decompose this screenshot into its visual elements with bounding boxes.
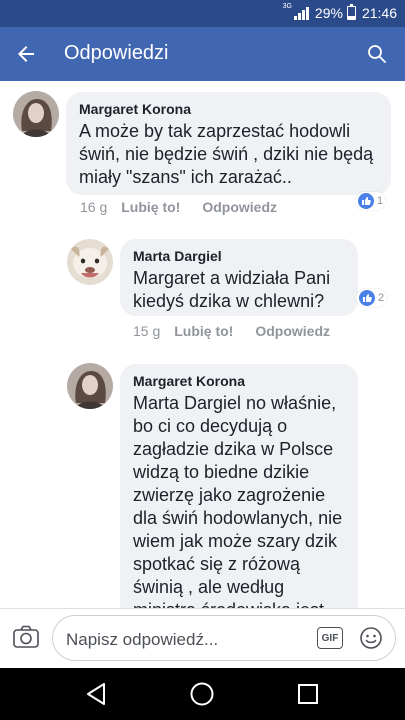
- reply-button[interactable]: Odpowiedz: [255, 323, 330, 339]
- thumbs-up-icon: [359, 290, 375, 306]
- system-nav-bar: [0, 668, 405, 720]
- reply-input[interactable]: Napisz odpowiedź... GIF: [52, 615, 396, 661]
- gif-button[interactable]: GIF: [317, 627, 343, 649]
- emoji-icon[interactable]: [359, 626, 383, 650]
- comment-author[interactable]: Margaret Korona: [133, 373, 346, 389]
- nav-back-icon[interactable]: [85, 682, 107, 706]
- thumbs-up-icon: [358, 193, 374, 209]
- comment-author[interactable]: Marta Dargiel: [133, 248, 346, 264]
- like-button[interactable]: Lubię to!: [121, 199, 180, 215]
- like-button[interactable]: Lubię to!: [174, 323, 233, 339]
- comment-time: 15 g: [133, 323, 161, 339]
- reply-composer: Napisz odpowiedź... GIF: [0, 608, 405, 668]
- comment-time: 16 g: [80, 199, 108, 215]
- reaction-count: 2: [378, 292, 385, 304]
- comment: Margaret Korona Marta Dargiel no właśnie…: [0, 362, 405, 608]
- comment-text: Marta Dargiel no właśnie, bo ci co decyd…: [133, 393, 343, 608]
- network-type: 3G: [282, 2, 292, 10]
- nav-recents-icon[interactable]: [297, 683, 319, 705]
- page-title: Odpowiedzi: [64, 42, 169, 64]
- comment-actions: 16 g Lubię to! Odpowiedz: [80, 199, 277, 215]
- status-bar: 3G 29% 21:46: [0, 0, 405, 27]
- reply-placeholder: Napisz odpowiedź...: [66, 630, 219, 649]
- battery-percent: 29%: [314, 5, 343, 21]
- comment-actions: 15 g Lubię to! Odpowiedz: [133, 323, 330, 339]
- avatar[interactable]: [13, 91, 59, 137]
- back-arrow-icon[interactable]: [14, 42, 38, 66]
- avatar[interactable]: [67, 239, 113, 285]
- battery-icon: [346, 4, 356, 20]
- reply-button[interactable]: Odpowiedz: [202, 199, 277, 215]
- comment-bubble: Marta Dargiel Margaret a widziała Pani k…: [120, 239, 358, 316]
- clock: 21:46: [361, 5, 397, 21]
- comment-text: A może by tak zaprzestać hodowli świń, n…: [79, 121, 374, 187]
- reaction-badge[interactable]: 2: [356, 289, 388, 307]
- comment-bubble: Margaret Korona A może by tak zaprzestać…: [66, 92, 391, 195]
- camera-icon[interactable]: [12, 624, 40, 650]
- search-icon[interactable]: [365, 42, 389, 66]
- status-indicators: 3G 29% 21:46: [282, 2, 397, 22]
- comment: Margaret Korona A może by tak zaprzestać…: [0, 81, 405, 221]
- avatar[interactable]: [67, 363, 113, 409]
- comment-bubble: Margaret Korona Marta Dargiel no właśnie…: [120, 364, 358, 608]
- comment: Marta Dargiel Margaret a widziała Pani k…: [0, 230, 405, 350]
- app-bar: Odpowiedzi: [0, 27, 405, 81]
- signal-icon: [293, 6, 309, 20]
- comment-text: Margaret a widziała Pani kiedyś dzika w …: [133, 268, 331, 311]
- nav-home-icon[interactable]: [189, 681, 215, 707]
- reaction-count: 1: [377, 195, 384, 207]
- comment-author[interactable]: Margaret Korona: [79, 101, 379, 117]
- reaction-badge[interactable]: 1: [355, 192, 387, 210]
